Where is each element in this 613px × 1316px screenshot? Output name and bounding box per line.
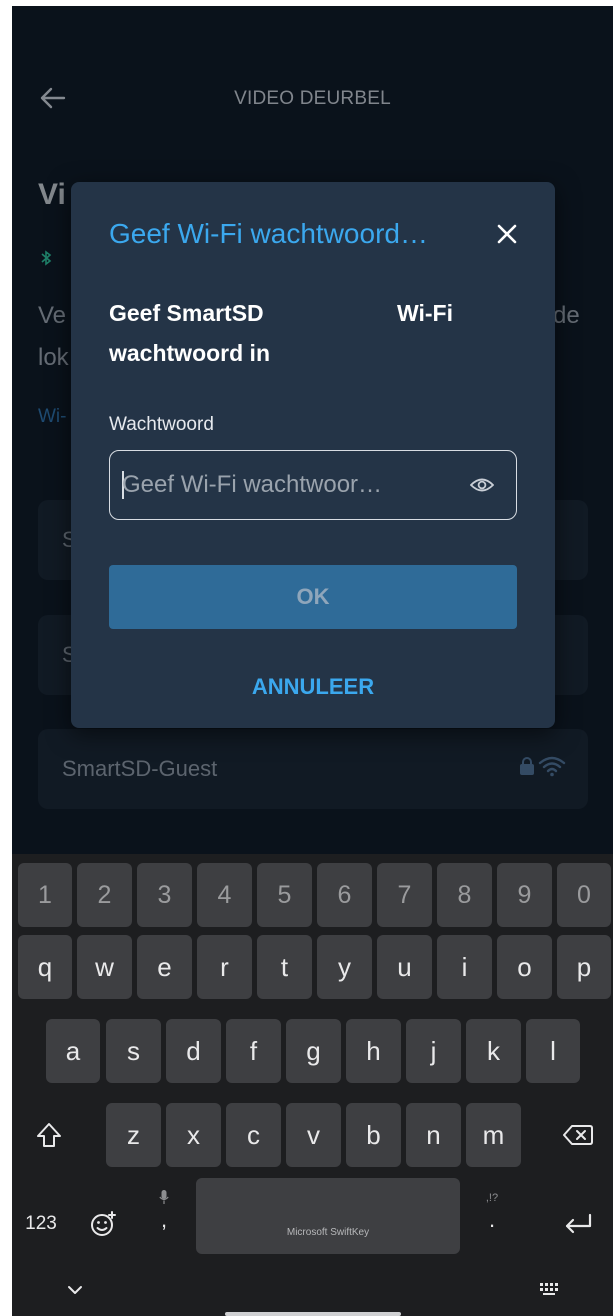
numbers-mode-key[interactable]: 123 [18,1192,64,1256]
key-i[interactable]: i [437,935,492,999]
key-6[interactable]: 6 [317,863,372,927]
password-label: Wachtwoord [109,414,214,435]
space-bar-label: Microsoft SwiftKey [286,1227,370,1238]
wifi-password-dialog: Geef Wi-Fi wachtwoord… Geef SmartSD Wi-F… [71,182,555,728]
shift-key[interactable] [20,1103,78,1167]
dialog-message: Geef SmartSD [109,300,264,326]
comma-key[interactable]: , [140,1178,188,1254]
key-2[interactable]: 2 [77,863,132,927]
emoji-key[interactable] [78,1192,128,1256]
backspace-icon [563,1125,593,1145]
collapse-keyboard-icon[interactable] [66,1284,84,1296]
key-c[interactable]: c [226,1103,281,1167]
key-9[interactable]: 9 [497,863,552,927]
period-key[interactable]: ,!? . [468,1178,516,1254]
space-bar[interactable]: Microsoft SwiftKey [196,1178,460,1254]
eye-icon[interactable] [470,475,494,495]
key-e[interactable]: e [137,935,192,999]
key-v[interactable]: v [286,1103,341,1167]
key-f[interactable]: f [226,1019,281,1083]
key-h[interactable]: h [346,1019,401,1083]
key-3[interactable]: 3 [137,863,192,927]
close-icon [497,224,517,244]
key-q[interactable]: q [18,935,72,999]
key-a[interactable]: a [46,1019,100,1083]
phone-screen: VIDEO DEURBEL Vi Ve de lok Wi- S S Smart… [12,6,613,1316]
enter-icon [565,1213,592,1234]
key-x[interactable]: x [166,1103,221,1167]
key-o[interactable]: o [497,935,552,999]
home-indicator [225,1312,401,1316]
key-t[interactable]: t [257,935,312,999]
key-m[interactable]: m [466,1103,521,1167]
key-z[interactable]: z [106,1103,161,1167]
key-4[interactable]: 4 [197,863,252,927]
key-8[interactable]: 8 [437,863,492,927]
dialog-title: Geef Wi-Fi wachtwoord… [109,218,428,249]
close-button[interactable] [491,218,523,250]
key-5[interactable]: 5 [257,863,312,927]
key-r[interactable]: r [197,935,252,999]
password-field[interactable] [109,450,517,520]
key-s[interactable]: s [106,1019,161,1083]
key-j[interactable]: j [406,1019,461,1083]
ok-button[interactable]: OK [109,565,517,629]
dialog-message: Wi-Fi [397,300,453,326]
password-input[interactable] [122,451,462,518]
key-d[interactable]: d [166,1019,221,1083]
key-l[interactable]: l [526,1019,580,1083]
dialog-message: wachtwoord in [109,340,270,366]
enter-key[interactable] [548,1192,608,1256]
cancel-button[interactable]: ANNULEER [71,674,555,700]
comma-label: , [160,1207,168,1232]
keyboard-layout-icon[interactable] [539,1282,563,1296]
key-0[interactable]: 0 [557,863,611,927]
shift-icon [37,1123,61,1147]
key-n[interactable]: n [406,1103,461,1167]
emoji-icon [91,1211,116,1236]
key-k[interactable]: k [466,1019,521,1083]
keyboard: 1 2 3 4 5 6 7 8 9 0 q w e r t y u i o p … [12,854,613,1316]
key-7[interactable]: 7 [377,863,432,927]
key-g[interactable]: g [286,1019,341,1083]
key-b[interactable]: b [346,1103,401,1167]
key-y[interactable]: y [317,935,372,999]
key-p[interactable]: p [557,935,611,999]
backspace-key[interactable] [548,1103,608,1167]
key-u[interactable]: u [377,935,432,999]
keyboard-bottom-bar [12,1262,613,1316]
key-w[interactable]: w [77,935,132,999]
period-label: . [488,1207,496,1232]
key-1[interactable]: 1 [18,863,72,927]
